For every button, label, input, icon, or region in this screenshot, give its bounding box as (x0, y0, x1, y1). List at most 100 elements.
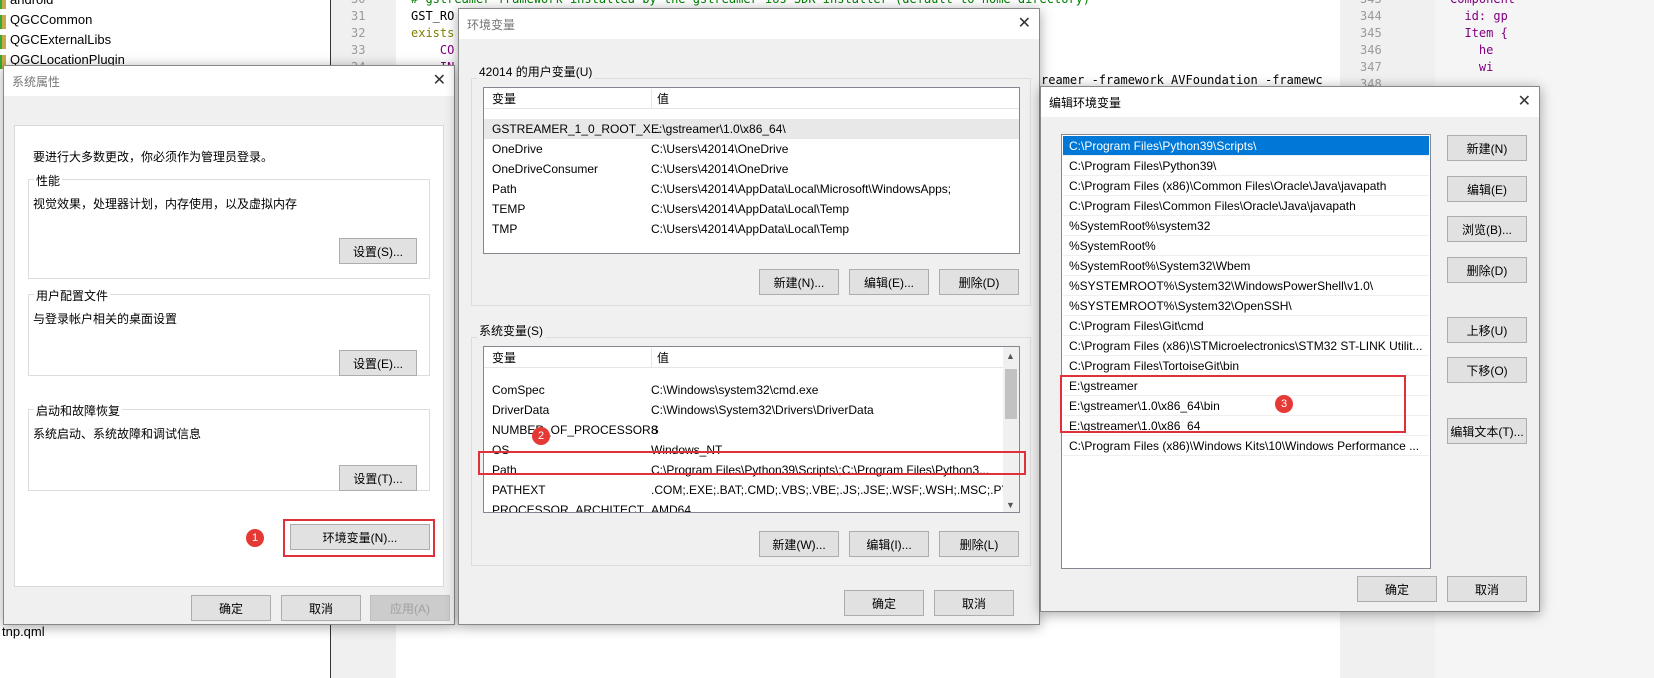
variable-value: 8 (651, 423, 658, 437)
path-entries-list[interactable]: C:\Program Files\Python39\Scripts\ C:\Pro… (1061, 134, 1431, 569)
folder-icon (0, 0, 6, 9)
edit--n-button[interactable]: 新建(N) (1447, 135, 1527, 161)
system-variables-list[interactable]: 变量值 ComSpec C:\Windows\system32\cmd.exe Dr… (483, 346, 1020, 513)
table-row[interactable]: TMP C:\Users\42014\AppData\Local\Temp (484, 219, 1019, 239)
path-entry[interactable]: C:\Program Files (x86)\STMicroelectronic… (1063, 336, 1429, 356)
step-badge: 3 (1275, 395, 1293, 413)
variable-name: NUMBER_OF_PROCESSORS (492, 423, 659, 437)
table-row[interactable]: DriverData C:\Windows\System32\Drivers\Dr… (484, 400, 1019, 420)
path-entry[interactable]: C:\Program Files\TortoiseGit\bin (1063, 356, 1429, 376)
variable-name: GSTREAMER_1_0_ROOT_X... (492, 122, 661, 136)
path-entry[interactable]: C:\Program Files\Python39\Scripts\ (1063, 136, 1429, 156)
table-row[interactable]: PROCESSOR_ARCHITECT... AMD64 (484, 500, 1019, 513)
tree-item[interactable]: tnp.qml (2, 624, 45, 639)
close-icon[interactable]: ✕ (1518, 91, 1531, 111)
variable-name: Path (492, 182, 517, 196)
table-row[interactable]: ComSpec C:\Windows\system32\cmd.exe (484, 380, 1019, 400)
tab-panel: 要进行大多数更改，你必须作为管理员登录。 性能 视觉效果，处理器计划，内存使用，以… (14, 125, 444, 587)
line-number: 347 (1360, 60, 1382, 74)
list-header: 变量值 (484, 89, 1019, 109)
settings-button[interactable]: 设置(T)... (339, 465, 417, 491)
table-row[interactable]: Path C:\Users\42014\AppData\Local\Microso… (484, 179, 1019, 199)
path-entry[interactable]: %SystemRoot%\system32 (1063, 216, 1429, 236)
code-line: wi (1450, 60, 1494, 74)
path-entry[interactable]: C:\Program Files (x86)\Common Files\Orac… (1063, 176, 1429, 196)
apply-button[interactable]: 应用(A) (370, 595, 450, 621)
tree-item[interactable]: QGCCommon (10, 12, 92, 27)
group-label: 性能 (34, 172, 63, 189)
variable-value: C:\Users\42014\OneDrive (651, 162, 789, 176)
highlight-box (283, 519, 435, 557)
path-entry[interactable]: %SystemRoot%\System32\Wbem (1063, 256, 1429, 276)
path-entry[interactable]: C:\Program Files (x86)\Windows Kits\10\W… (1063, 436, 1429, 456)
code-fragment: reamer -framework AVFoundation -framewc (1041, 73, 1323, 87)
system--w-button[interactable]: 新建(W)... (759, 531, 839, 557)
variable-name: OneDriveConsumer (492, 162, 599, 176)
user--n-button[interactable]: 新建(N)... (759, 269, 839, 295)
path-entry[interactable]: C:\Program Files\Git\cmd (1063, 316, 1429, 336)
cancel-button[interactable]: 取消 (934, 590, 1014, 616)
close-icon[interactable]: ✕ (1018, 13, 1031, 33)
tree-item[interactable]: QGCExternalLibs (10, 32, 111, 47)
table-row[interactable]: OneDrive C:\Users\42014\OneDrive (484, 139, 1019, 159)
highlight-box (1060, 375, 1406, 433)
code-line: id: gp (1450, 9, 1508, 23)
scrollbar-thumb[interactable] (1005, 369, 1017, 419)
system--i-button[interactable]: 编辑(I)... (849, 531, 929, 557)
table-row[interactable]: PATHEXT .COM;.EXE;.BAT;.CMD;.VBS;.VBE;.JS… (484, 480, 1019, 500)
settings-group (28, 179, 430, 279)
variable-name: PROCESSOR_ARCHITECT... (492, 503, 653, 513)
table-row[interactable]: GSTREAMER_1_0_ROOT_X... E:\gstreamer\1.0\… (484, 119, 1019, 139)
admin-notice: 要进行大多数更改，你必须作为管理员登录。 (33, 150, 274, 164)
scrollbar[interactable]: ▲ ▼ (1003, 347, 1019, 512)
edit-environment-variable-dialog: 编辑环境变量 ✕ C:\Program Files\Python39\Script… (1040, 86, 1540, 612)
ok-button[interactable]: 确定 (191, 595, 271, 621)
path-entry[interactable]: %SYSTEMROOT%\System32\OpenSSH\ (1063, 296, 1429, 316)
line-number: 30 (351, 0, 391, 6)
user--e-button[interactable]: 编辑(E)... (849, 269, 929, 295)
variable-value: AMD64 (651, 503, 692, 513)
system-variables-label: 系统变量(S) (477, 322, 545, 339)
settings-button[interactable]: 设置(E)... (339, 350, 417, 376)
variable-value: C:\Windows\system32\cmd.exe (651, 383, 819, 397)
path-entry[interactable]: %SYSTEMROOT%\System32\WindowsPowerShell\… (1063, 276, 1429, 296)
code-line: Component (1450, 0, 1515, 6)
step-badge: 1 (246, 529, 264, 547)
path-entry[interactable]: %SystemRoot% (1063, 236, 1429, 256)
user-variables-list[interactable]: 变量值 GSTREAMER_1_0_ROOT_X... E:\gstreamer\… (483, 87, 1020, 254)
cancel-button[interactable]: 取消 (281, 595, 361, 621)
edit--d-button[interactable]: 删除(D) (1447, 257, 1527, 283)
ok-button[interactable]: 确定 (844, 590, 924, 616)
table-row[interactable]: TEMP C:\Users\42014\AppData\Local\Temp (484, 199, 1019, 219)
user-variables-label: 42014 的用户变量(U) (477, 63, 595, 80)
variable-name: PATHEXT (492, 483, 546, 497)
path-entry[interactable]: C:\Program Files\Python39\ (1063, 156, 1429, 176)
table-row[interactable]: OneDriveConsumer C:\Users\42014\OneDrive (484, 159, 1019, 179)
edit--e-button[interactable]: 编辑(E) (1447, 176, 1527, 202)
code-line: he (1450, 43, 1494, 57)
code-line: # gstreamer framework installed by the g… (411, 0, 1090, 6)
cancel-button[interactable]: 取消 (1447, 576, 1527, 602)
variable-value: .COM;.EXE;.BAT;.CMD;.VBS;.VBE;.JS;.JSE;.… (651, 483, 1019, 497)
line-number: 345 (1360, 26, 1382, 40)
edit--b-button[interactable]: 浏览(B)... (1447, 216, 1527, 242)
group-label: 启动和故障恢复 (34, 402, 123, 419)
line-number: 344 (1360, 9, 1382, 23)
path-entry[interactable]: C:\Program Files\Common Files\Oracle\Jav… (1063, 196, 1429, 216)
edit--u-button[interactable]: 上移(U) (1447, 317, 1527, 343)
variable-value: C:\Users\42014\AppData\Local\Temp (651, 222, 850, 236)
line-number: 343 (1360, 0, 1400, 6)
table-row[interactable]: NUMBER_OF_PROCESSORS 8 (484, 420, 1019, 440)
edit--o-button[interactable]: 下移(O) (1447, 357, 1527, 383)
variable-name: DriverData (492, 403, 550, 417)
variable-value: C:\Windows\System32\Drivers\DriverData (651, 403, 874, 417)
user--d-button[interactable]: 删除(D) (939, 269, 1019, 295)
line-number: 32 (351, 26, 366, 40)
edit--t-button[interactable]: 编辑文本(T)... (1447, 418, 1527, 444)
system--l-button[interactable]: 删除(L) (939, 531, 1019, 557)
ok-button[interactable]: 确定 (1357, 576, 1437, 602)
tree-item[interactable]: android (10, 0, 53, 7)
close-icon[interactable]: ✕ (433, 70, 446, 90)
code-line: Item { (1450, 26, 1508, 40)
settings-button[interactable]: 设置(S)... (339, 238, 417, 264)
